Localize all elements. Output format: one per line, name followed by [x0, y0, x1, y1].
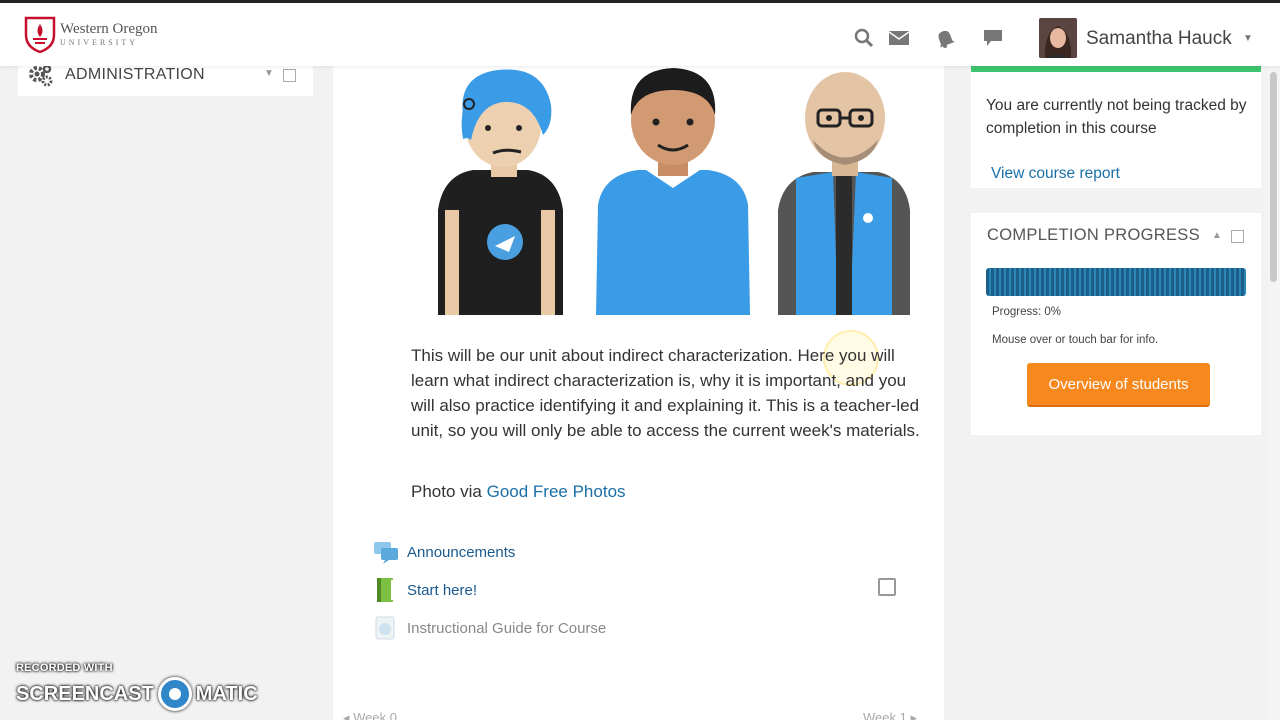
bell-icon[interactable]: [934, 27, 956, 49]
activity-instructional-guide[interactable]: Instructional Guide for Course: [373, 614, 606, 642]
characters-illustration: [438, 68, 910, 315]
view-course-report-link[interactable]: View course report: [991, 165, 1120, 183]
main-content: This will be our unit about indirect cha…: [333, 60, 944, 720]
watermark-right-text: MATIC: [195, 682, 258, 705]
completion-progress-block: COMPLETION PROGRESS ▲ Progress: 0% Mouse…: [971, 213, 1261, 435]
mail-icon[interactable]: [888, 27, 910, 49]
scroll-thumb[interactable]: [1270, 72, 1277, 282]
progress-info-text: Mouse over or touch bar for info.: [992, 334, 1159, 346]
search-icon[interactable]: [853, 27, 875, 49]
photo-credit-prefix: Photo via: [411, 482, 487, 501]
activity-label[interactable]: Instructional Guide for Course: [407, 620, 606, 637]
progress-percent-text: Progress: 0%: [992, 306, 1062, 318]
tracking-status-text: You are currently not being tracked by c…: [986, 97, 1247, 137]
dock-icon[interactable]: [283, 69, 296, 82]
record-icon: [157, 677, 192, 711]
watermark-left-text: SCREENCAST: [16, 682, 154, 705]
forum-icon: [374, 542, 398, 564]
completion-checkbox[interactable]: [878, 578, 896, 596]
next-section-link[interactable]: Week 1 ▸: [863, 710, 917, 720]
photo-source-link[interactable]: Good Free Photos: [487, 482, 626, 501]
chevron-up-icon[interactable]: ▲: [1212, 230, 1222, 241]
progress-bar[interactable]: [986, 268, 1246, 296]
gear-icon: [29, 64, 53, 87]
book-icon: [377, 578, 394, 602]
university-logo[interactable]: Western Oregon UNIVERSITY: [24, 15, 158, 53]
avatar[interactable]: [1039, 18, 1077, 58]
unit-intro-text: This will be our unit about indirect cha…: [411, 346, 920, 440]
activity-label[interactable]: Announcements: [407, 544, 515, 561]
activity-announcements[interactable]: Announcements: [373, 538, 515, 566]
scrollbar[interactable]: [1268, 66, 1280, 720]
page-icon: [375, 616, 395, 640]
chat-icon[interactable]: [982, 27, 1004, 49]
overview-of-students-button[interactable]: Overview of students: [1027, 363, 1210, 407]
administration-title: ADMINISTRATION: [65, 66, 205, 83]
screencast-watermark: RECORDED WITH SCREENCAST MATIC: [16, 662, 258, 711]
logo-line1: Western Oregon: [60, 20, 158, 37]
top-navbar: Western Oregon UNIVERSITY Samantha Hauck…: [0, 0, 1280, 66]
logo-line2: UNIVERSITY: [60, 37, 138, 47]
watermark-top-text: RECORDED WITH: [16, 662, 113, 674]
completion-tracking-block: You are currently not being tracked by c…: [971, 62, 1261, 188]
activity-label[interactable]: Start here!: [407, 582, 477, 599]
chevron-down-icon[interactable]: ▼: [1243, 33, 1253, 44]
photo-credit: Photo via Good Free Photos: [411, 482, 626, 502]
user-name[interactable]: Samantha Hauck: [1086, 28, 1232, 50]
dock-icon[interactable]: [1231, 230, 1244, 243]
completion-progress-title: COMPLETION PROGRESS: [987, 226, 1200, 244]
prev-section-link[interactable]: ◂ Week 0: [343, 710, 397, 720]
shield-icon: [24, 16, 56, 53]
collapse-icon[interactable]: ▼: [264, 68, 274, 79]
activity-start-here[interactable]: Start here!: [373, 576, 477, 604]
